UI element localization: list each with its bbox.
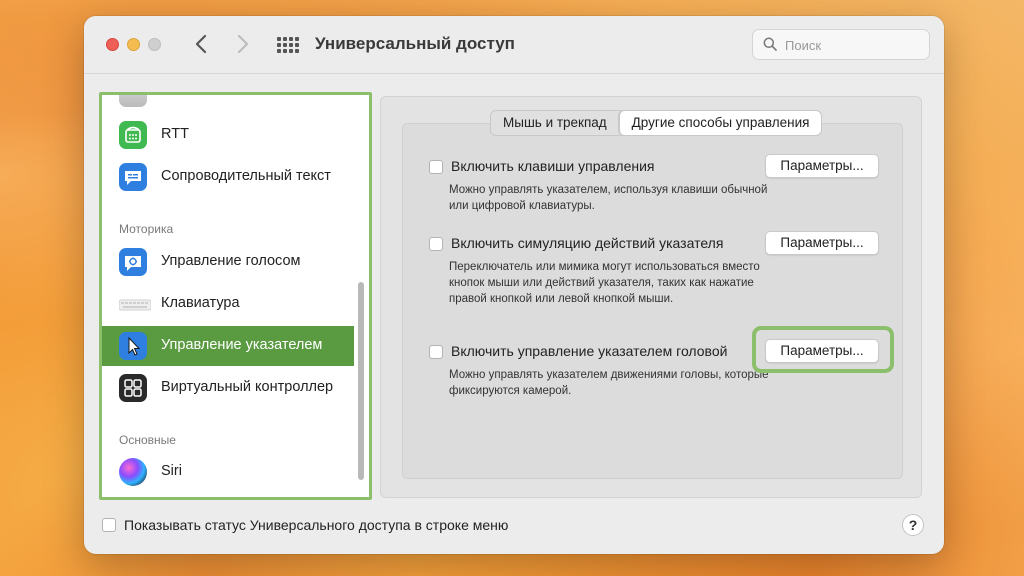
help-button[interactable]: ?: [902, 514, 924, 536]
alternate-pointer-options-button[interactable]: Параметры...: [765, 231, 879, 255]
highlight-outline: [752, 326, 894, 373]
switch-control-icon: [119, 374, 147, 402]
content-pane: Мышь и трекпад Другие способы управления…: [380, 96, 922, 498]
pointer-icon: [119, 332, 147, 360]
tab-mouse-trackpad[interactable]: Мышь и трекпад: [491, 111, 619, 135]
section-header-general: Основные: [119, 433, 176, 447]
system-preferences-window: Универсальный доступ RTT Сопроводительны…: [84, 16, 944, 554]
sidebar-item-siri[interactable]: Siri: [102, 452, 354, 492]
search-icon: [763, 37, 777, 51]
chevron-left-icon: [195, 34, 207, 54]
sidebar-item-label: Управление указателем: [161, 337, 323, 353]
option-label: Включить управление указателем головой: [451, 343, 728, 359]
back-button[interactable]: [190, 32, 214, 56]
options-box: Мышь и трекпад Другие способы управления…: [402, 110, 903, 479]
sidebar-scrollbar[interactable]: [358, 282, 364, 480]
section-header-motor: Моторика: [119, 222, 174, 236]
alternate-pointer-checkbox[interactable]: [429, 237, 443, 251]
sidebar-item-label: Управление голосом: [161, 253, 301, 269]
sidebar-item-label: Siri: [161, 463, 182, 479]
chevron-right-icon: [237, 34, 249, 54]
sidebar: RTT Сопроводительный текст Моторика Упра…: [99, 92, 372, 500]
voice-control-icon: [119, 248, 147, 276]
option-label: Включить клавиши управления: [451, 158, 655, 174]
captions-icon: [119, 163, 147, 191]
sidebar-item-rtt[interactable]: RTT: [102, 115, 354, 155]
zoom-window-button[interactable]: [148, 38, 161, 51]
mouse-keys-options-button[interactable]: Параметры...: [765, 154, 879, 178]
sidebar-item-voice-control[interactable]: Управление голосом: [102, 242, 354, 282]
tab-segmented-control: Мышь и трекпад Другие способы управления: [490, 110, 823, 136]
sidebar-item-label: RTT: [161, 126, 189, 142]
option-label: Включить симуляцию действий указателя: [451, 235, 724, 251]
keyboard-icon: [118, 290, 152, 318]
mouse-keys-checkbox[interactable]: [429, 160, 443, 174]
sidebar-item-pointer-control[interactable]: Управление указателем: [102, 326, 354, 366]
sidebar-item-keyboard[interactable]: Клавиатура: [102, 284, 354, 324]
option-description: Переключатель или мимика могут использов…: [449, 261, 760, 305]
sidebar-item-partial[interactable]: [102, 95, 354, 113]
sidebar-item-switch-control[interactable]: Виртуальный контроллер: [102, 368, 354, 408]
show-status-in-menu-bar-label: Показывать статус Универсального доступа…: [124, 517, 509, 533]
minimize-window-button[interactable]: [127, 38, 140, 51]
window-title: Универсальный доступ: [315, 34, 515, 53]
sidebar-item-label: Сопроводительный текст: [161, 168, 331, 184]
search-field[interactable]: [752, 29, 930, 60]
sidebar-item-captions[interactable]: Сопроводительный текст: [102, 157, 354, 197]
close-window-button[interactable]: [106, 38, 119, 51]
siri-icon: [119, 458, 147, 486]
head-pointer-checkbox[interactable]: [429, 345, 443, 359]
forward-button[interactable]: [230, 32, 254, 56]
sidebar-item-label: Виртуальный контроллер: [161, 379, 334, 395]
sidebar-item-label: Клавиатура: [161, 295, 240, 311]
show-status-in-menu-bar-checkbox[interactable]: [102, 518, 116, 532]
search-input[interactable]: [785, 35, 920, 55]
titlebar: Универсальный доступ: [84, 16, 944, 74]
rtt-phone-icon: [119, 121, 147, 149]
sidebar-item-partial-bottom[interactable]: [102, 494, 354, 497]
option-description: Можно управлять указателем движениями го…: [449, 369, 769, 397]
option-description: Можно управлять указателем, используя кл…: [449, 184, 768, 212]
tab-other-control-methods[interactable]: Другие способы управления: [618, 111, 822, 135]
show-all-grid-icon[interactable]: [277, 37, 299, 53]
partial-item-icon: [119, 95, 147, 107]
